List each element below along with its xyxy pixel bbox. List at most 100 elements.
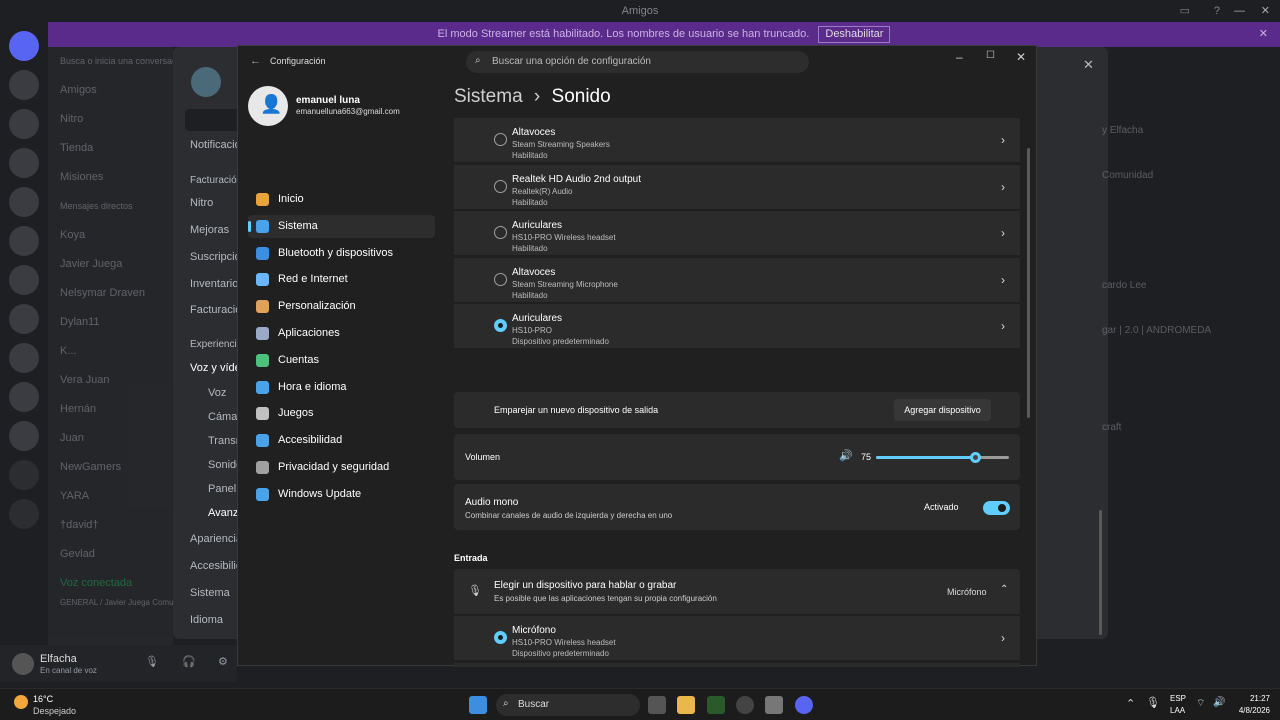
nav-item[interactable]: Sistema (248, 214, 435, 238)
device-radio[interactable] (494, 133, 507, 146)
dm-user[interactable]: NewGamers (48, 453, 173, 482)
add-server-icon[interactable] (9, 460, 39, 490)
nav-item[interactable]: Privacidad y seguridad (248, 456, 435, 479)
inbox-icon[interactable]: ▭ (1180, 0, 1190, 22)
dm-user[interactable]: Hernán (48, 395, 173, 424)
disable-button[interactable]: Deshabilitar (818, 26, 891, 43)
device-row[interactable]: Micrófono HS10-PRO Wireless headset Dispos… (454, 616, 1020, 661)
server-icon[interactable] (9, 148, 39, 178)
maximize-icon[interactable]: ☐ (986, 50, 995, 61)
settings-close-icon[interactable]: ✕ (1083, 57, 1094, 73)
app-icon[interactable] (736, 696, 754, 714)
dm-user[interactable]: YARA (48, 482, 173, 511)
device-row[interactable]: Realtek HD Audio 2nd output Realtek(R) Au… (454, 164, 1020, 210)
dm-user[interactable]: Gevlad (48, 540, 173, 569)
lang-2[interactable]: LAA (1170, 706, 1185, 715)
close-icon[interactable]: ✕ (1261, 0, 1270, 22)
ds-item[interactable]: Panel (208, 483, 236, 495)
task-view-icon[interactable] (648, 696, 666, 714)
minimize-icon[interactable]: – (956, 50, 963, 64)
volume-thumb[interactable] (969, 452, 981, 463)
nav-item[interactable]: Inicio (248, 188, 435, 211)
device-row[interactable]: Auriculares HS10-PRO Wireless headset Habi… (454, 211, 1020, 257)
minimize-icon[interactable]: — (1234, 0, 1245, 22)
ds-item[interactable]: Idioma (190, 614, 223, 626)
dm-item-store[interactable]: Tienda (48, 134, 173, 163)
dm-user[interactable]: Nelsymar Draven (48, 279, 173, 308)
volume-slider[interactable] (876, 452, 1009, 463)
mic-icon[interactable]: 🎙 (145, 655, 159, 668)
headphones-icon[interactable]: 🎧 (182, 655, 196, 668)
device-row[interactable]: Altavoces Steam Streaming Speakers Habilit… (454, 118, 1020, 163)
dm-user[interactable]: K... (48, 337, 173, 366)
settings-app-icon[interactable] (765, 696, 783, 714)
server-icon[interactable] (9, 265, 39, 295)
nav-item[interactable]: Bluetooth y dispositivos (248, 242, 435, 265)
mic-icon[interactable]: 🎙 (1146, 696, 1160, 709)
server-icon[interactable] (9, 109, 39, 139)
nav-item[interactable]: Red e Internet (248, 268, 435, 291)
banner-close-icon[interactable]: ✕ (1259, 22, 1268, 47)
ds-item[interactable]: Nitro (190, 197, 213, 209)
server-icon[interactable] (9, 226, 39, 256)
ds-item[interactable]: Apariencia (190, 533, 242, 545)
dm-item-nitro[interactable]: Nitro (48, 105, 173, 134)
wifi-icon[interactable]: ⌔ (1196, 697, 1205, 710)
ds-item[interactable]: Voz (208, 387, 226, 399)
clock-time[interactable]: 21:27 (1236, 694, 1270, 703)
help-icon[interactable]: ? (1214, 0, 1220, 22)
weather-icon[interactable] (14, 695, 28, 709)
dm-user[interactable]: Koya (48, 221, 173, 250)
device-row[interactable]: Altavoces Steam Streaming Microphone Habil… (454, 257, 1020, 303)
ds-item[interactable]: Sistema (190, 587, 230, 599)
nav-item[interactable]: Personalización (248, 295, 435, 318)
breadcrumb-parent[interactable]: Sistema (454, 86, 523, 107)
clock-date[interactable]: 4/8/2026 (1228, 706, 1270, 715)
dm-item-friends[interactable]: Amigos (48, 76, 173, 105)
server-icon[interactable] (9, 421, 39, 451)
dm-user[interactable]: †david† (48, 511, 173, 540)
nav-item[interactable]: Hora e idioma (248, 376, 435, 399)
ds-item[interactable]: Mejoras (190, 224, 229, 236)
nav-item[interactable]: Accesibilidad (248, 429, 435, 452)
device-radio[interactable] (494, 179, 507, 193)
home-icon[interactable] (9, 31, 39, 61)
add-device-button[interactable]: Agregar dispositivo (894, 399, 991, 421)
scrollbar[interactable] (1027, 148, 1030, 418)
search-input[interactable]: ⌕ Buscar una opción de configuración (466, 51, 809, 73)
scrollbar[interactable] (1099, 510, 1102, 635)
gear-icon[interactable]: ⚙ (218, 655, 228, 668)
nav-item[interactable]: Windows Update (248, 483, 435, 506)
ds-item[interactable]: Inventario (190, 278, 238, 290)
lang-1[interactable]: ESP (1170, 694, 1186, 703)
nav-item[interactable]: Juegos (248, 402, 435, 425)
explore-icon[interactable] (9, 499, 39, 529)
dm-user[interactable]: Dylan11 (48, 308, 173, 337)
nav-item[interactable]: Cuentas (248, 349, 435, 372)
mono-toggle[interactable] (983, 501, 1010, 515)
file-explorer-icon[interactable] (677, 696, 695, 714)
back-icon[interactable]: ← (250, 55, 261, 67)
server-icon[interactable] (9, 304, 39, 334)
dm-user[interactable]: Juan (48, 424, 173, 453)
device-radio[interactable] (494, 226, 507, 240)
nav-item[interactable]: Aplicaciones (248, 322, 435, 345)
device-radio[interactable] (494, 319, 507, 333)
server-icon[interactable] (9, 343, 39, 373)
volume-icon[interactable]: 🔊 (1213, 697, 1225, 708)
dm-item-quests[interactable]: Misiones (48, 163, 173, 192)
speaker-icon[interactable]: 🔊 (839, 449, 853, 462)
start-icon[interactable] (469, 696, 487, 714)
taskbar-search[interactable]: ⌕ Buscar (496, 694, 640, 716)
discord-app-icon[interactable] (795, 696, 813, 714)
app-icon[interactable] (707, 696, 725, 714)
device-row[interactable]: MicrófonoSteam Streaming MicrophoneHabil… (454, 662, 1020, 667)
device-radio[interactable] (494, 272, 507, 286)
input-choose-row[interactable]: 🎙 Elegir un dispositivo para hablar o gr… (454, 569, 1020, 614)
device-radio[interactable] (494, 631, 507, 644)
server-icon[interactable] (9, 70, 39, 100)
dm-user[interactable]: Javier Juega (48, 250, 173, 279)
dm-user[interactable]: Vera Juan (48, 366, 173, 395)
server-icon[interactable] (9, 382, 39, 412)
chevron-up-icon[interactable]: ⌃ (1126, 697, 1135, 710)
